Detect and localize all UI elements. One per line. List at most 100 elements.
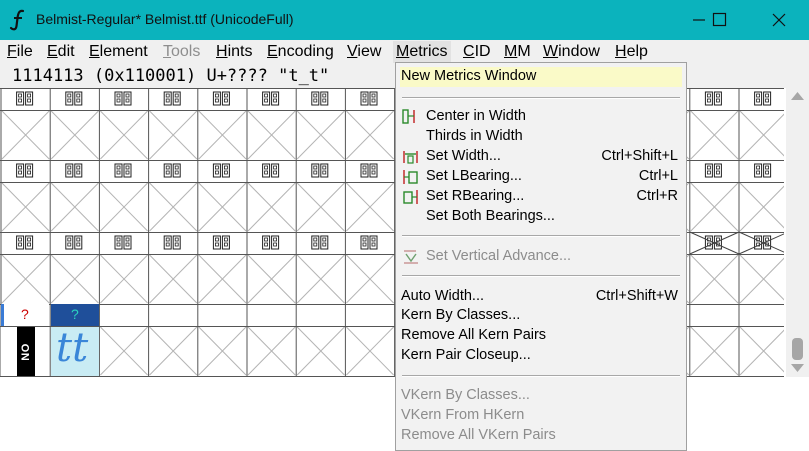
- menu-help[interactable]: Help: [615, 43, 648, 61]
- grid-line: [18, 165, 23, 170]
- menu-item-label: Center in Width: [426, 108, 526, 124]
- menu-item-label: Kern By Classes...: [401, 307, 521, 323]
- menu-window[interactable]: Window: [543, 43, 600, 61]
- menu-item-shortcut: Ctrl+R: [636, 188, 679, 204]
- menu-item-remove-all-kern-pairs[interactable]: Remove All Kern Pairs: [400, 326, 682, 346]
- menu-item-new-metrics-window[interactable]: New Metrics Window: [400, 67, 682, 87]
- maximize-icon: [712, 12, 727, 27]
- grid-line: [76, 165, 81, 170]
- grid-line: [313, 98, 318, 103]
- menu-mm[interactable]: MM: [504, 43, 531, 61]
- menu-item-auto-width[interactable]: Auto Width... Ctrl+Shift+W: [400, 287, 682, 307]
- missing-char-icon: [360, 235, 378, 250]
- menu-separator: [402, 275, 680, 277]
- missing-char-icon: [754, 163, 772, 178]
- grid-line: [116, 165, 121, 170]
- scroll-up-icon: [791, 92, 804, 100]
- set-rbearing-icon: [403, 190, 418, 204]
- menu-hints[interactable]: Hints: [216, 43, 252, 61]
- menu-item-kern-by-classes[interactable]: Kern By Classes...: [400, 306, 682, 326]
- menu-metrics[interactable]: Metrics: [393, 41, 451, 63]
- glyph-preview: tt: [56, 325, 89, 371]
- menu-item-label: Remove All VKern Pairs: [401, 427, 556, 443]
- grid-line: [76, 170, 81, 175]
- grid-line: [165, 170, 170, 175]
- grid-line: [273, 242, 278, 247]
- grid-line: [362, 165, 367, 170]
- missing-char-icon: [16, 91, 34, 106]
- scroll-down-icon: [791, 364, 804, 372]
- window-title: Belmist-Regular* Belmist.ttf (UnicodeFul…: [36, 11, 294, 27]
- grid-line: [116, 237, 121, 242]
- menu-item-set-rbearing[interactable]: Set RBearing... Ctrl+R: [400, 187, 682, 207]
- glyph-cell-no-glyph[interactable]: NO GLYPH: [1, 327, 49, 376]
- close-button[interactable]: [756, 0, 802, 40]
- grid-line: [27, 165, 32, 170]
- grid-line: [18, 237, 23, 242]
- grid-line: [223, 242, 228, 247]
- menu-item-center-in-width[interactable]: Center in Width: [400, 107, 682, 127]
- grid-line: [18, 98, 23, 103]
- menu-item-label: Set Width...: [426, 148, 501, 164]
- grid-line: [27, 170, 32, 175]
- glyph-cell-label-selected[interactable]: ?: [51, 304, 99, 326]
- missing-char-icon: [163, 91, 181, 106]
- glyph-cell-selected[interactable]: tt: [51, 325, 99, 376]
- grid-line: [264, 165, 269, 170]
- menu-item-set-vertical-advance[interactable]: Set Vertical Advance...: [400, 247, 682, 267]
- menu-item-label: Set Both Bearings...: [426, 208, 555, 224]
- missing-char-icon: [262, 91, 280, 106]
- grid-line: [125, 170, 130, 175]
- menu-item-set-width[interactable]: Set Width... Ctrl+Shift+L: [400, 147, 682, 167]
- missing-char-icon: [65, 91, 83, 106]
- menu-item-label: New Metrics Window: [401, 68, 537, 84]
- grid-line: [362, 98, 367, 103]
- missing-char-icon: [212, 235, 230, 250]
- menu-element[interactable]: Element: [89, 43, 148, 61]
- metrics-menu: New Metrics Window Center in Width Third…: [395, 62, 687, 451]
- grid-line: [174, 237, 179, 242]
- missing-char-icon: [360, 91, 378, 106]
- menu-item-kern-pair-closeup[interactable]: Kern Pair Closeup...: [400, 346, 682, 366]
- menu-item-set-both-bearings[interactable]: Set Both Bearings...: [400, 207, 682, 227]
- menu-encoding[interactable]: Encoding: [267, 43, 334, 61]
- menu-item-vkern-from-hkern[interactable]: VKern From HKern: [400, 406, 682, 426]
- menu-item-remove-all-vkern-pairs[interactable]: Remove All VKern Pairs: [400, 426, 682, 446]
- menu-edit[interactable]: Edit: [47, 43, 75, 61]
- set-lbearing-icon: [403, 170, 418, 184]
- missing-char-icon: [65, 163, 83, 178]
- vertical-scrollbar[interactable]: [786, 88, 809, 377]
- grid-line: [273, 170, 278, 175]
- missing-char-icon: [65, 235, 83, 250]
- menu-item-vkern-by-classes[interactable]: VKern By Classes...: [400, 386, 682, 406]
- grid-line: [125, 98, 130, 103]
- menu-view[interactable]: View: [347, 43, 381, 61]
- grid-line: [371, 165, 376, 170]
- grid-line: [76, 242, 81, 247]
- grid-line: [362, 170, 367, 175]
- grid-line: [116, 170, 121, 175]
- grid-line: [371, 242, 376, 247]
- grid-line: [264, 170, 269, 175]
- missing-char-icon: [311, 163, 329, 178]
- menu-file[interactable]: File: [7, 43, 33, 61]
- menu-tools[interactable]: Tools: [163, 43, 200, 61]
- menu-item-thirds-in-width[interactable]: Thirds in Width: [400, 127, 682, 147]
- grid-line: [76, 93, 81, 98]
- menu-item-label: Remove All Kern Pairs: [401, 327, 547, 343]
- vertical-advance-icon: [404, 250, 418, 264]
- grid-line: [174, 170, 179, 175]
- missing-char-icon: [754, 91, 772, 106]
- menu-item-set-lbearing[interactable]: Set LBearing... Ctrl+L: [400, 167, 682, 187]
- grid-line: [67, 237, 72, 242]
- set-width-icon: [403, 151, 418, 164]
- glyph-cell-label[interactable]: ?: [1, 304, 49, 326]
- grid-line: [273, 93, 278, 98]
- missing-char-icon: [16, 163, 34, 178]
- grid-line: [214, 93, 219, 98]
- menu-cid[interactable]: CID: [463, 43, 491, 61]
- grid-line: [707, 93, 711, 98]
- missing-char-icon: [704, 163, 722, 178]
- maximize-button[interactable]: [698, 0, 744, 40]
- missing-char-icon: [311, 235, 329, 250]
